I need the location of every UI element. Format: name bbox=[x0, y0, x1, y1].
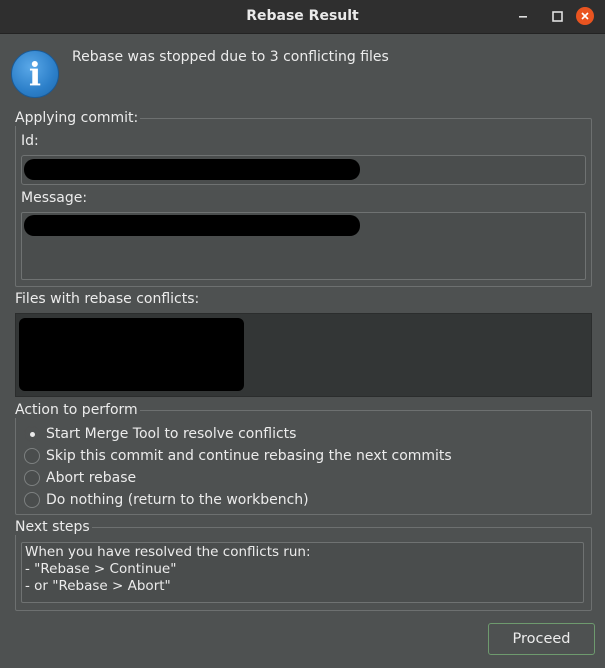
action-group-label: Action to perform bbox=[13, 402, 140, 418]
close-icon bbox=[581, 12, 589, 20]
message-label: Message: bbox=[21, 190, 88, 206]
radio-label: Do nothing (return to the workbench) bbox=[46, 492, 309, 508]
radio-label: Abort rebase bbox=[46, 470, 137, 486]
files-conflicts-label: Files with rebase conflicts: bbox=[15, 291, 200, 307]
maximize-button[interactable] bbox=[546, 6, 568, 26]
radio-button[interactable] bbox=[24, 470, 40, 486]
title-bar: Rebase Result bbox=[0, 0, 605, 34]
minimize-button[interactable] bbox=[512, 6, 534, 26]
radio-label: Start Merge Tool to resolve conflicts bbox=[46, 426, 297, 442]
radio-button[interactable] bbox=[24, 492, 40, 508]
redacted-commit-message bbox=[24, 215, 360, 236]
next-steps-label: Next steps bbox=[13, 519, 92, 535]
next-steps-line: - or "Rebase > Abort" bbox=[25, 578, 171, 594]
close-button[interactable] bbox=[574, 6, 596, 26]
next-steps-line: When you have resolved the conflicts run… bbox=[25, 544, 311, 560]
radio-button[interactable] bbox=[24, 426, 40, 442]
next-steps-text: When you have resolved the conflicts run… bbox=[21, 542, 584, 603]
next-steps-line: - "Rebase > Continue" bbox=[25, 561, 177, 577]
radio-do-nothing[interactable]: Do nothing (return to the workbench) bbox=[24, 490, 309, 510]
redacted-id bbox=[24, 159, 360, 180]
applying-commit-label: Applying commit: bbox=[13, 110, 141, 126]
radio-skip-commit[interactable]: Skip this commit and continue rebasing t… bbox=[24, 446, 452, 466]
id-label: Id: bbox=[21, 133, 39, 149]
radio-label: Skip this commit and continue rebasing t… bbox=[46, 448, 452, 464]
radio-start-merge-tool[interactable]: Start Merge Tool to resolve conflicts bbox=[24, 424, 296, 444]
radio-abort-rebase[interactable]: Abort rebase bbox=[24, 468, 136, 488]
status-message: Rebase was stopped due to 3 conflicting … bbox=[72, 49, 389, 65]
info-icon: i bbox=[11, 50, 59, 98]
radio-button[interactable] bbox=[24, 448, 40, 464]
redacted-file-list bbox=[19, 318, 244, 391]
maximize-icon bbox=[551, 10, 563, 22]
minimize-icon bbox=[519, 16, 527, 18]
proceed-button[interactable]: Proceed bbox=[488, 623, 595, 655]
